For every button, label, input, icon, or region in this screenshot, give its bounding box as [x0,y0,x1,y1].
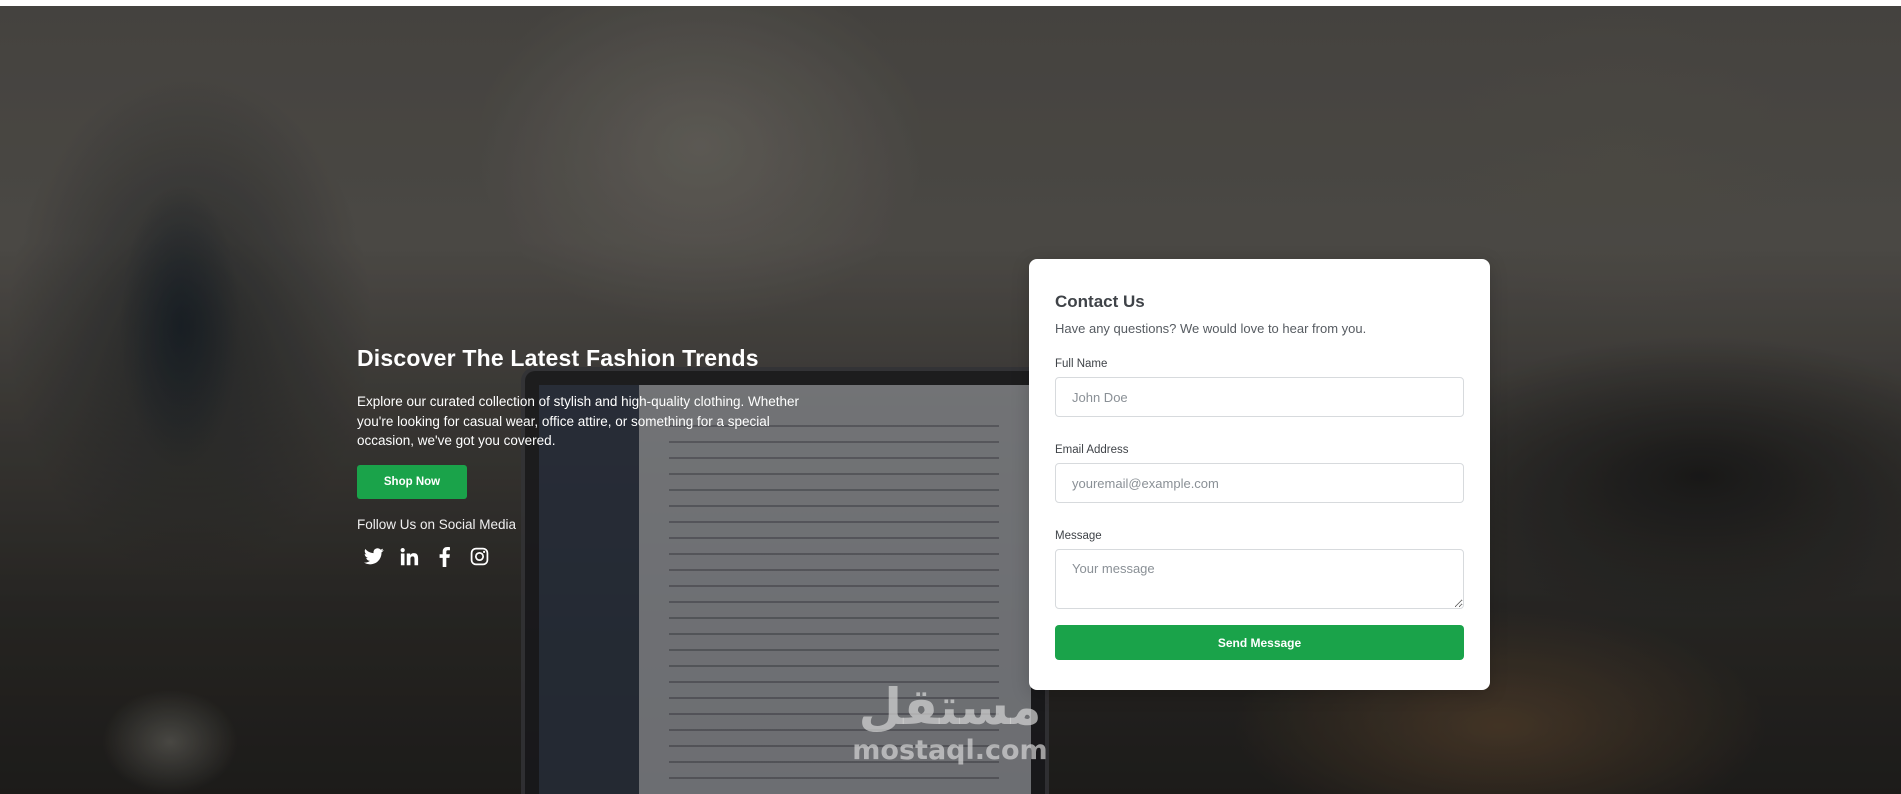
email-label: Email Address [1055,444,1129,456]
email-input[interactable] [1055,463,1464,503]
message-label: Message [1055,530,1102,542]
hero-content: Discover The Latest Fashion Trends Explo… [357,345,827,570]
contact-subtitle: Have any questions? We would love to hea… [1055,321,1367,336]
watermark-latin: mostaql.com [852,735,1048,766]
send-message-button[interactable]: Send Message [1055,625,1464,660]
follow-label: Follow Us on Social Media [357,516,517,532]
contact-card: Contact Us Have any questions? We would … [1029,259,1490,690]
instagram-icon[interactable] [466,544,492,570]
hero-description: Explore our curated collection of stylis… [357,394,799,448]
watermark-arabic: مستقل [858,678,1042,736]
linkedin-icon[interactable] [396,544,422,570]
hero-overlay-dim [0,6,1901,794]
facebook-icon[interactable] [431,544,457,570]
twitter-icon[interactable] [361,544,387,570]
shop-now-button[interactable]: Shop Now [357,464,467,499]
contact-title: Contact Us [1055,292,1145,311]
hero-title: Discover The Latest Fashion Trends [357,345,759,371]
social-links [361,544,827,570]
message-textarea[interactable] [1055,549,1464,609]
full-name-input[interactable] [1055,377,1464,417]
full-name-label: Full Name [1055,358,1108,370]
watermark: مستقل mostaql.com [845,680,1055,780]
hero-section [0,6,1901,794]
